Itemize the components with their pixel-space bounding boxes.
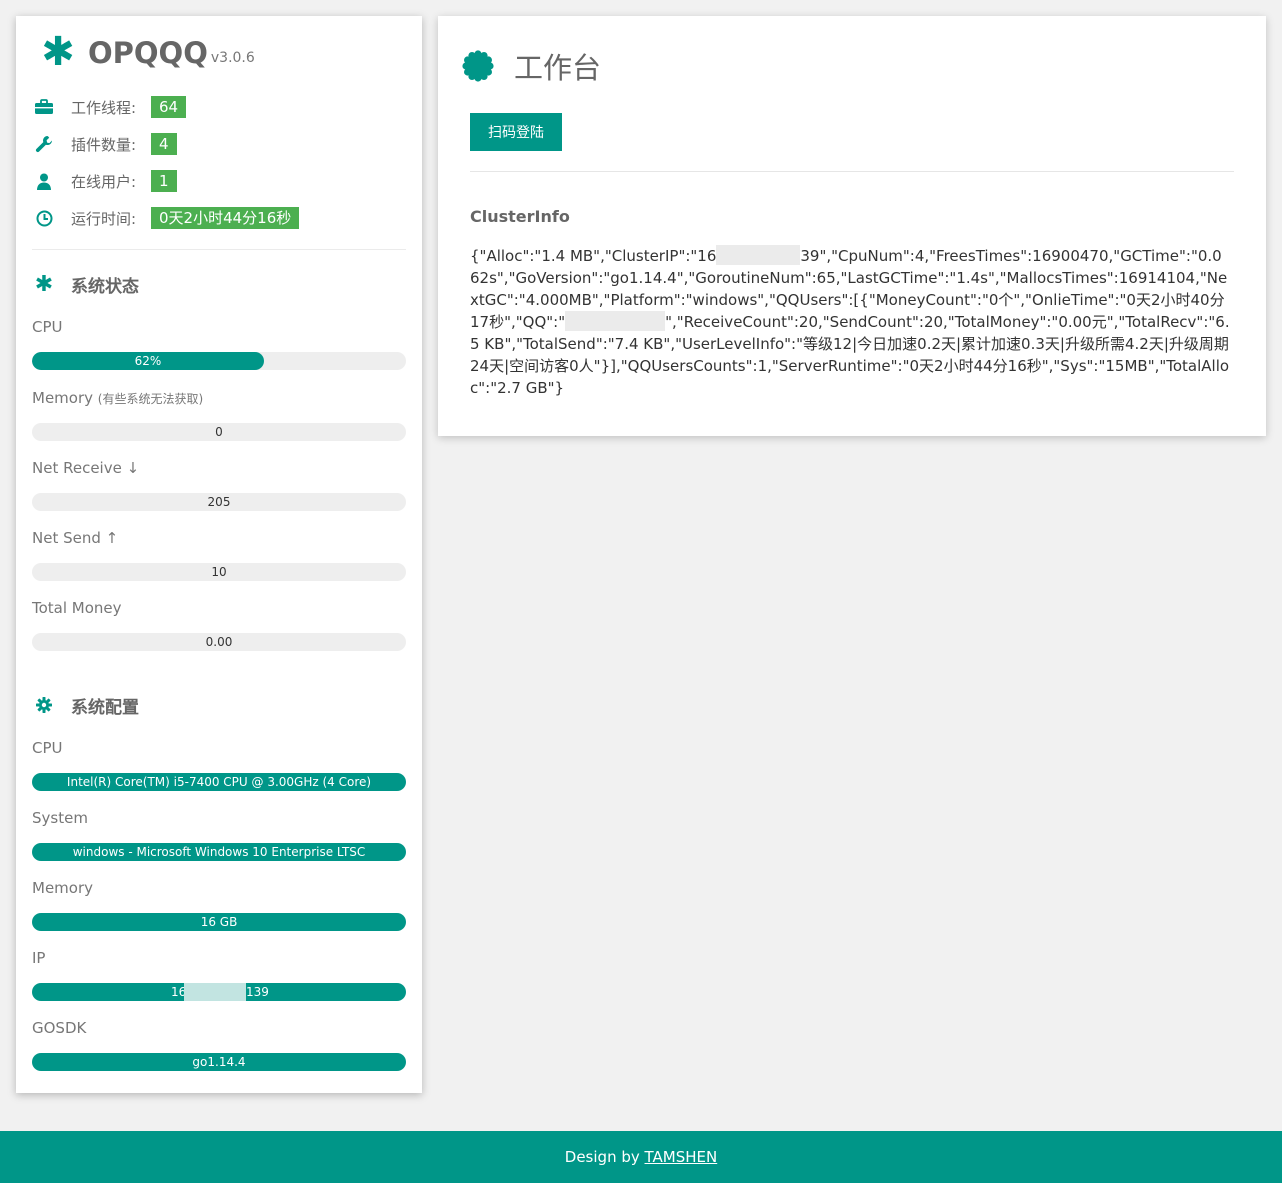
footer-author-link[interactable]: TAMSHEN	[645, 1148, 718, 1166]
memory-usage-bar: 0	[32, 423, 406, 441]
config-gosdk-bar: go1.14.4	[32, 1053, 406, 1071]
stat-badge: 1	[151, 170, 177, 192]
cluster-info-heading: ClusterInfo	[470, 207, 570, 226]
config-ip-bar: 16 139	[32, 983, 406, 1001]
stat-worker-threads: 工作线程: 64	[34, 96, 187, 118]
stat-online-users: 在线用户: 1	[34, 170, 177, 192]
badge-gear-icon	[462, 50, 494, 82]
user-icon	[34, 173, 54, 190]
footer: Design by TAMSHEN	[0, 1131, 1282, 1183]
scan-login-button[interactable]: 扫码登陆	[470, 113, 562, 151]
sidebar-card: ✱ OPQQQ v3.0.6 工作线程: 64 插件数量: 4 在线用户: 1 …	[16, 16, 422, 1093]
net-receive-bar: 205	[32, 493, 406, 511]
divider	[32, 249, 406, 250]
ip-redaction	[184, 983, 246, 1001]
cpu-usage-bar: 62%	[32, 352, 406, 370]
net-send-label: Net Send ↑	[32, 529, 119, 547]
stat-plugin-count: 插件数量: 4	[34, 133, 177, 155]
brand: ✱ OPQQQ v3.0.6	[38, 29, 255, 75]
cluster-info-text: {"Alloc":"1.4 MB","ClusterIP":"16 39","Cp…	[470, 245, 1230, 397]
memory-usage-value: 0	[215, 425, 223, 439]
config-system-value: windows - Microsoft Windows 10 Enterpris…	[72, 845, 366, 859]
net-send-bar: 10	[32, 563, 406, 581]
page-title: 工作台	[462, 46, 601, 86]
stat-badge: 4	[151, 133, 177, 155]
config-system-bar: windows - Microsoft Windows 10 Enterpris…	[32, 843, 406, 861]
config-ip-value-end: 139	[246, 985, 269, 999]
redacted-ip	[716, 245, 801, 265]
memory-note: (有些系统无法获取)	[97, 392, 204, 406]
stat-badge: 0天2小时44分16秒	[151, 207, 300, 229]
net-receive-label: Net Receive ↓	[32, 459, 140, 477]
memory-usage-label: Memory (有些系统无法获取)	[32, 389, 204, 407]
gear-icon	[34, 697, 54, 713]
cpu-usage-value: 62%	[134, 354, 162, 368]
total-money-label: Total Money	[32, 599, 122, 617]
config-system-label: System	[32, 809, 88, 827]
asterisk-icon: ✱	[41, 29, 75, 75]
stat-label: 运行时间:	[71, 209, 137, 228]
stat-run-time: 运行时间: 0天2小时44分16秒	[34, 207, 300, 229]
total-money-bar: 0.00	[32, 633, 406, 651]
wrench-icon	[34, 135, 54, 153]
config-ip-label: IP	[32, 949, 46, 967]
net-send-value: 10	[211, 565, 227, 579]
app-name: OPQQQ	[88, 36, 208, 70]
clock-icon	[34, 210, 54, 227]
total-money-value: 0.00	[205, 635, 233, 649]
cpu-usage-label: CPU	[32, 318, 63, 336]
workbench-card: 工作台 扫码登陆 ClusterInfo {"Alloc":"1.4 MB","…	[438, 16, 1266, 436]
config-cpu-label: CPU	[32, 739, 63, 757]
config-cpu-bar: Intel(R) Core(TM) i5-7400 CPU @ 3.00GHz …	[32, 773, 406, 791]
system-config-heading: 系统配置	[34, 693, 139, 718]
net-receive-value: 205	[207, 495, 231, 509]
stat-label: 工作线程:	[71, 98, 137, 117]
stat-badge: 64	[151, 96, 187, 118]
redacted-qq	[565, 311, 666, 331]
config-memory-bar: 16 GB	[32, 913, 406, 931]
asterisk-icon: ✱	[34, 271, 54, 297]
system-status-heading: ✱ 系统状态	[34, 271, 139, 297]
config-gosdk-label: GOSDK	[32, 1019, 87, 1037]
stat-label: 在线用户:	[71, 172, 137, 191]
briefcase-icon	[34, 99, 54, 115]
config-cpu-value: Intel(R) Core(TM) i5-7400 CPU @ 3.00GHz …	[66, 775, 372, 789]
divider	[470, 171, 1234, 172]
config-gosdk-value: go1.14.4	[192, 1055, 246, 1069]
app-version: v3.0.6	[210, 50, 255, 66]
stat-label: 插件数量:	[71, 135, 137, 154]
config-memory-value: 16 GB	[200, 915, 238, 929]
config-memory-label: Memory	[32, 879, 94, 897]
